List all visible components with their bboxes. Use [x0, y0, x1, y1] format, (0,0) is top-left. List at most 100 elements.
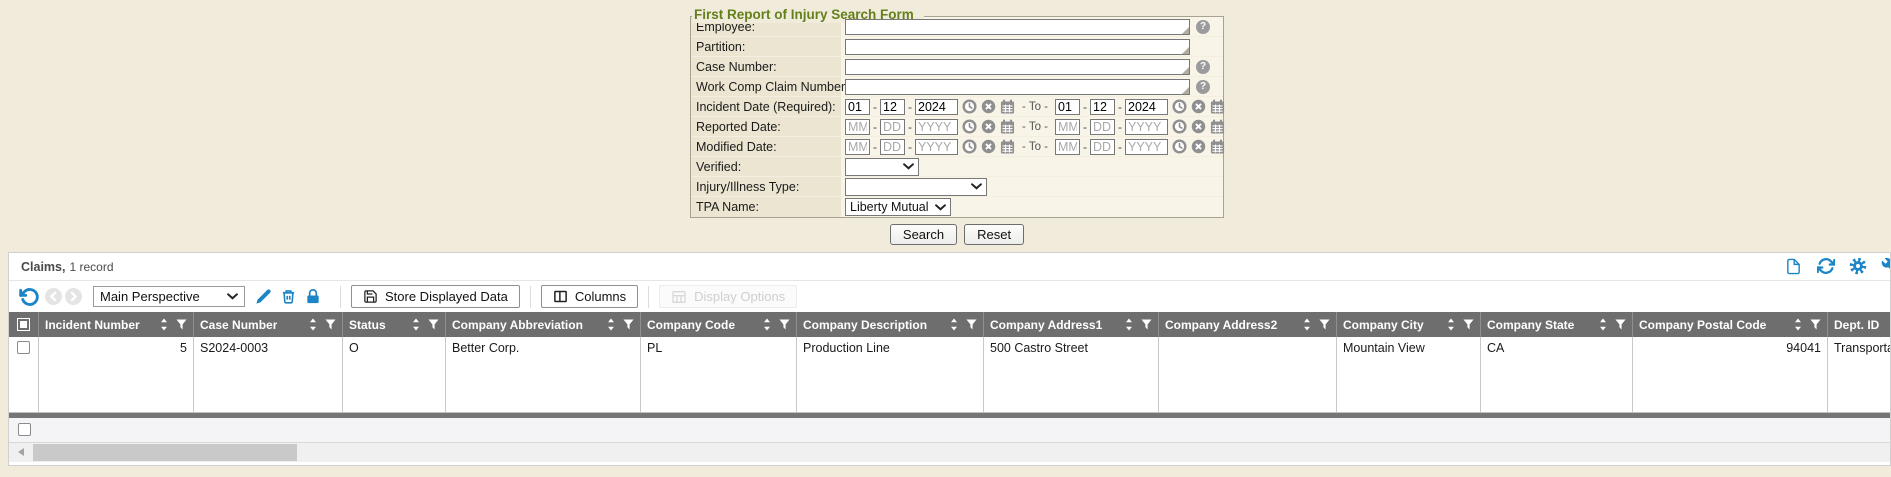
reset-button[interactable]: Reset — [964, 224, 1024, 245]
date-dd-input[interactable] — [1090, 99, 1115, 115]
edit-perspective-icon[interactable] — [255, 288, 272, 305]
calendar-icon[interactable] — [1210, 99, 1225, 114]
wrench-icon[interactable] — [1881, 257, 1891, 276]
row-checkbox[interactable] — [17, 341, 30, 354]
date-dd-input[interactable] — [880, 119, 905, 135]
column-header-company-city[interactable]: Company City — [1337, 312, 1481, 337]
column-header-company-address2[interactable]: Company Address2 — [1159, 312, 1337, 337]
date-mm-input[interactable] — [845, 99, 870, 115]
work-comp-input[interactable] — [845, 79, 1190, 95]
date-yyyy-input[interactable] — [915, 119, 958, 135]
select-all-checkbox[interactable] — [17, 318, 30, 331]
tpa-select[interactable]: Liberty Mutual — [845, 198, 951, 216]
clock-icon[interactable] — [1172, 139, 1187, 154]
verified-select[interactable] — [845, 158, 919, 176]
table-row[interactable]: 5S2024-0003OBetter Corp.PLProduction Lin… — [9, 337, 1890, 413]
filter-icon[interactable] — [966, 319, 977, 330]
column-header-company-state[interactable]: Company State — [1481, 312, 1633, 337]
column-header-company-abbreviation[interactable]: Company Abbreviation — [446, 312, 641, 337]
clear-icon[interactable] — [1191, 119, 1206, 134]
date-yyyy-input[interactable] — [1125, 99, 1168, 115]
column-header-status[interactable]: Status — [343, 312, 446, 337]
date-mm-input[interactable] — [1055, 139, 1080, 155]
delete-perspective-icon[interactable] — [281, 288, 296, 305]
clock-icon[interactable] — [1172, 119, 1187, 134]
date-dd-input[interactable] — [1090, 119, 1115, 135]
clock-icon[interactable] — [962, 139, 977, 154]
case-number-input[interactable] — [845, 59, 1190, 75]
scrollbar-thumb[interactable] — [33, 444, 297, 461]
select-all-checkbox-cell[interactable] — [9, 312, 39, 337]
sort-icon[interactable] — [1116, 318, 1134, 331]
date-yyyy-input[interactable] — [1125, 139, 1168, 155]
clear-icon[interactable] — [1191, 99, 1206, 114]
date-dd-input[interactable] — [880, 139, 905, 155]
sort-icon[interactable] — [754, 318, 772, 331]
undo-icon[interactable] — [19, 287, 39, 307]
filter-icon[interactable] — [1319, 319, 1330, 330]
column-header-incident-number[interactable]: Incident Number — [39, 312, 194, 337]
sort-icon[interactable] — [1294, 318, 1312, 331]
column-header-company-code[interactable]: Company Code — [641, 312, 797, 337]
store-displayed-data-button[interactable]: Store Displayed Data — [351, 285, 520, 308]
sort-icon[interactable] — [598, 318, 616, 331]
new-page-icon[interactable] — [1785, 257, 1803, 276]
filter-icon[interactable] — [1810, 319, 1821, 330]
column-header-dept-id[interactable]: Dept. ID — [1828, 312, 1891, 337]
date-yyyy-input[interactable] — [915, 139, 958, 155]
date-mm-input[interactable] — [845, 119, 870, 135]
date-mm-input[interactable] — [1055, 119, 1080, 135]
filter-icon[interactable] — [1463, 319, 1474, 330]
sort-icon[interactable] — [941, 318, 959, 331]
filter-icon[interactable] — [325, 319, 336, 330]
column-header-company-description[interactable]: Company Description — [797, 312, 984, 337]
column-header-case-number[interactable]: Case Number — [194, 312, 343, 337]
filter-icon[interactable] — [779, 319, 790, 330]
date-yyyy-input[interactable] — [1125, 119, 1168, 135]
refresh-icon[interactable] — [1817, 257, 1835, 276]
calendar-icon[interactable] — [1000, 139, 1015, 154]
date-mm-input[interactable] — [1055, 99, 1080, 115]
column-header-company-postal-code[interactable]: Company Postal Code — [1633, 312, 1828, 337]
help-icon[interactable]: ? — [1196, 60, 1210, 74]
sort-icon[interactable] — [1438, 318, 1456, 331]
filter-icon[interactable] — [176, 319, 187, 330]
gear-icon[interactable] — [1849, 257, 1867, 276]
sort-icon[interactable] — [403, 318, 421, 331]
date-yyyy-input[interactable] — [915, 99, 958, 115]
row-checkbox-cell[interactable] — [9, 337, 39, 412]
employee-input[interactable] — [845, 19, 1190, 35]
calendar-icon[interactable] — [1210, 119, 1225, 134]
date-mm-input[interactable] — [845, 139, 870, 155]
date-dd-input[interactable] — [880, 99, 905, 115]
sort-icon[interactable] — [1785, 318, 1803, 331]
calendar-icon[interactable] — [1000, 119, 1015, 134]
sort-icon[interactable] — [151, 318, 169, 331]
clear-icon[interactable] — [981, 139, 996, 154]
sort-icon[interactable] — [1590, 318, 1608, 331]
injury-type-select[interactable] — [845, 178, 987, 196]
filter-icon[interactable] — [428, 319, 439, 330]
columns-button[interactable]: Columns — [541, 285, 638, 308]
clock-icon[interactable] — [962, 119, 977, 134]
date-dd-input[interactable] — [1090, 139, 1115, 155]
clear-icon[interactable] — [1191, 139, 1206, 154]
perspective-select[interactable]: Main Perspective — [93, 286, 245, 307]
calendar-icon[interactable] — [1000, 99, 1015, 114]
filter-icon[interactable] — [1615, 319, 1626, 330]
scroll-left-arrow[interactable] — [18, 448, 24, 456]
sort-icon[interactable] — [300, 318, 318, 331]
column-header-company-address1[interactable]: Company Address1 — [984, 312, 1159, 337]
horizontal-scrollbar[interactable] — [9, 443, 1890, 462]
filter-icon[interactable] — [623, 319, 634, 330]
filter-icon[interactable] — [1141, 319, 1152, 330]
calendar-icon[interactable] — [1210, 139, 1225, 154]
clear-icon[interactable] — [981, 99, 996, 114]
clock-icon[interactable] — [1172, 99, 1187, 114]
search-button[interactable]: Search — [890, 224, 957, 245]
partition-input[interactable] — [845, 39, 1190, 55]
footer-checkbox[interactable] — [18, 423, 31, 436]
help-icon[interactable]: ? — [1196, 80, 1210, 94]
help-icon[interactable]: ? — [1196, 20, 1210, 34]
clear-icon[interactable] — [981, 119, 996, 134]
